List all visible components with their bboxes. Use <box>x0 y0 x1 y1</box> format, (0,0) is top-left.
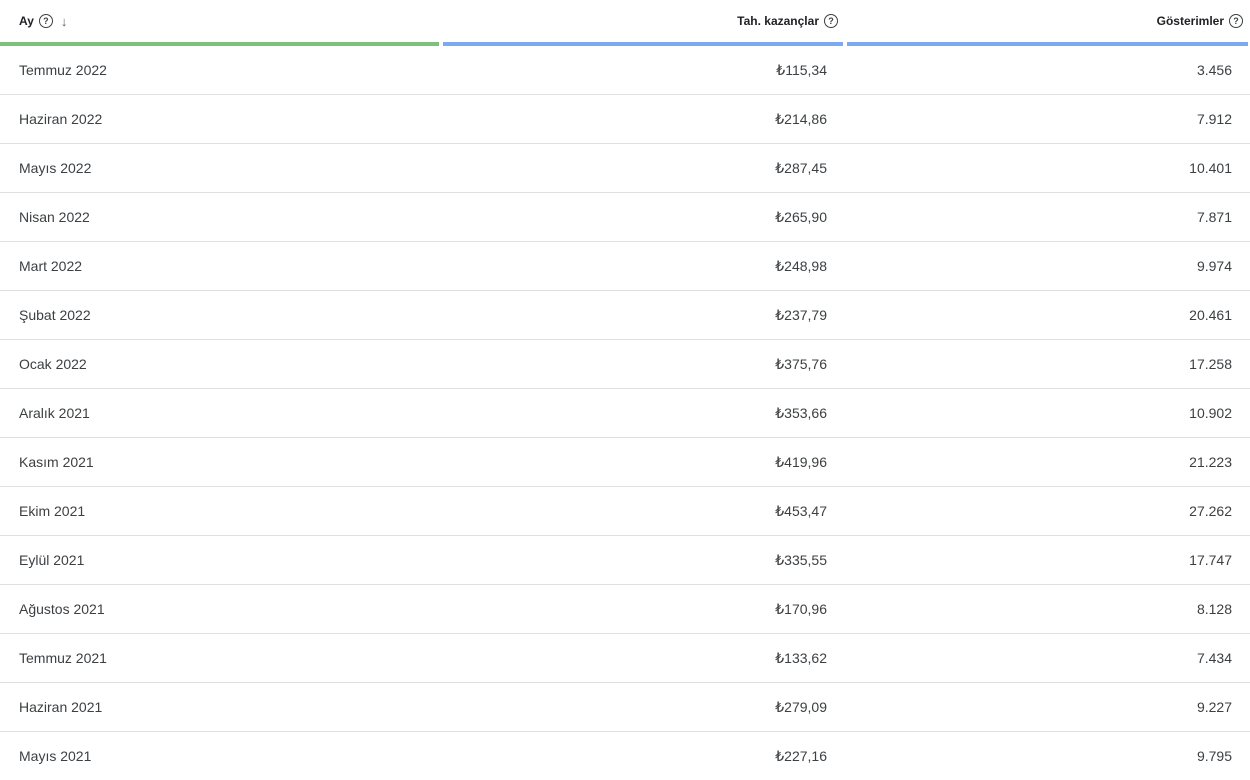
sort-descending-icon[interactable]: ↓ <box>61 14 68 29</box>
help-icon[interactable]: ? <box>824 14 838 28</box>
month-cell: Nisan 2022 <box>19 209 90 225</box>
table-row: Haziran 2021 ₺279,09 9.227 <box>0 683 1250 732</box>
earnings-cell: ₺287,45 <box>775 159 827 176</box>
help-icon[interactable]: ? <box>38 14 53 28</box>
impressions-cell: 27.262 <box>1189 503 1232 519</box>
impressions-cell: 9.974 <box>1196 258 1232 274</box>
impressions-cell: 17.258 <box>1189 356 1232 372</box>
earnings-cell: ₺375,76 <box>775 355 827 372</box>
table-row: Kasım 2021 ₺419,96 21.223 <box>0 438 1250 487</box>
impressions-cell: 9.227 <box>1196 699 1232 715</box>
month-cell: Şubat 2022 <box>19 307 91 323</box>
earnings-cell: ₺265,90 <box>775 208 827 225</box>
table-row: Nisan 2022 ₺265,90 7.871 <box>0 193 1250 242</box>
month-cell: Haziran 2021 <box>19 699 103 715</box>
column-header-month[interactable]: Ay ? ↓ <box>19 0 67 42</box>
help-icon[interactable]: ? <box>1229 14 1243 28</box>
impressions-cell: 17.747 <box>1189 552 1232 568</box>
table-row: Haziran 2022 ₺214,86 7.912 <box>0 95 1250 144</box>
month-cell: Ağustos 2021 <box>19 601 105 617</box>
earnings-cell: ₺419,96 <box>775 453 827 470</box>
earnings-cell: ₺279,09 <box>775 698 827 715</box>
earnings-cell: ₺248,98 <box>775 257 827 274</box>
table-row: Aralık 2021 ₺353,66 10.902 <box>0 389 1250 438</box>
month-cell: Haziran 2022 <box>19 111 103 127</box>
earnings-cell: ₺335,55 <box>775 551 827 568</box>
earnings-cell: ₺453,47 <box>775 502 827 519</box>
earnings-cell: ₺353,66 <box>775 404 827 421</box>
impressions-cell: 10.401 <box>1189 160 1232 176</box>
month-cell: Mayıs 2021 <box>19 748 92 764</box>
table-header: Ay ? ↓ Tah. kazançlar ? Gösterimler ? <box>0 0 1250 46</box>
month-cell: Temmuz 2022 <box>19 62 107 78</box>
column-header-month-label: Ay <box>19 14 34 28</box>
column-header-impressions[interactable]: Gösterimler ? <box>1157 0 1243 42</box>
month-cell: Ekim 2021 <box>19 503 86 519</box>
impressions-cell: 7.434 <box>1196 650 1232 666</box>
impressions-cell: 20.461 <box>1189 307 1232 323</box>
impressions-cell: 3.456 <box>1196 62 1232 78</box>
table-row: Ocak 2022 ₺375,76 17.258 <box>0 340 1250 389</box>
table-row: Temmuz 2022 ₺115,34 3.456 <box>0 46 1250 95</box>
impressions-cell: 10.902 <box>1189 405 1232 421</box>
earnings-cell: ₺133,62 <box>775 649 827 666</box>
earnings-cell: ₺170,96 <box>775 600 827 617</box>
table-row: Şubat 2022 ₺237,79 20.461 <box>0 291 1250 340</box>
table-row: Mart 2022 ₺248,98 9.974 <box>0 242 1250 291</box>
earnings-cell: ₺237,79 <box>775 306 827 323</box>
table-row: Ağustos 2021 ₺170,96 8.128 <box>0 585 1250 634</box>
impressions-cell: 21.223 <box>1189 454 1232 470</box>
table-row: Ekim 2021 ₺453,47 27.262 <box>0 487 1250 536</box>
impressions-cell: 9.795 <box>1196 748 1232 764</box>
column-header-impressions-label: Gösterimler <box>1156 14 1224 28</box>
impressions-cell: 7.912 <box>1196 111 1232 127</box>
table-body: Temmuz 2022 ₺115,34 3.456 Haziran 2022 ₺214,… <box>0 46 1250 780</box>
month-cell: Ocak 2022 <box>19 356 87 372</box>
table-row: Eylül 2021 ₺335,55 17.747 <box>0 536 1250 585</box>
earnings-cell: ₺115,34 <box>776 61 827 78</box>
month-cell: Mart 2022 <box>19 258 83 274</box>
table-row: Mayıs 2022 ₺287,45 10.401 <box>0 144 1250 193</box>
column-header-earnings[interactable]: Tah. kazançlar ? <box>737 0 838 42</box>
month-cell: Temmuz 2021 <box>19 650 107 666</box>
earnings-cell: ₺227,16 <box>775 747 827 764</box>
month-cell: Kasım 2021 <box>19 454 94 470</box>
earnings-table: Ay ? ↓ Tah. kazançlar ? Gösterimler ? Te… <box>0 0 1250 780</box>
table-row: Mayıs 2021 ₺227,16 9.795 <box>0 732 1250 780</box>
month-cell: Aralık 2021 <box>19 405 90 421</box>
column-header-earnings-label: Tah. kazançlar <box>737 14 819 28</box>
month-cell: Eylül 2021 <box>19 552 85 568</box>
impressions-cell: 8.128 <box>1196 601 1232 617</box>
impressions-cell: 7.871 <box>1196 209 1232 225</box>
table-row: Temmuz 2021 ₺133,62 7.434 <box>0 634 1250 683</box>
earnings-cell: ₺214,86 <box>775 110 827 127</box>
month-cell: Mayıs 2022 <box>19 160 92 176</box>
